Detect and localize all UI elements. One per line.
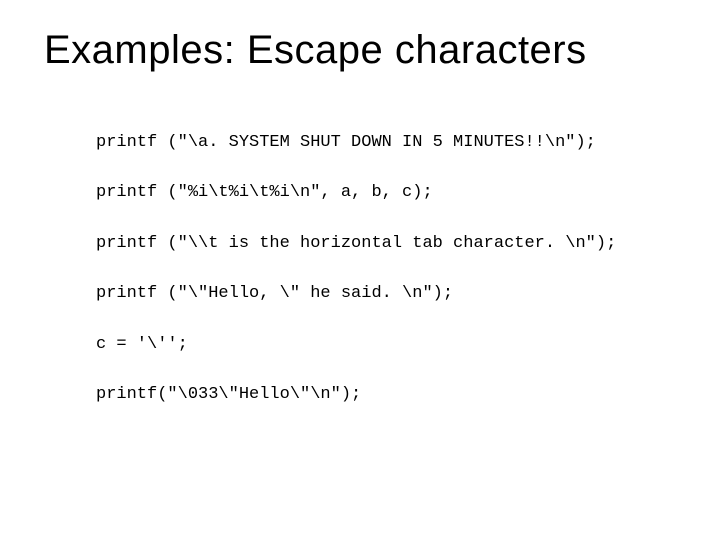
code-block: printf ("\a. SYSTEM SHUT DOWN IN 5 MINUT… <box>96 133 680 405</box>
code-line: printf("\033\"Hello\"\n"); <box>96 385 680 405</box>
code-line: printf ("\a. SYSTEM SHUT DOWN IN 5 MINUT… <box>96 133 680 153</box>
code-line: c = '\''; <box>96 335 680 355</box>
slide: Examples: Escape characters printf ("\a.… <box>0 0 720 540</box>
code-line: printf ("\\t is the horizontal tab chara… <box>96 234 680 254</box>
slide-title: Examples: Escape characters <box>44 28 680 73</box>
code-line: printf ("%i\t%i\t%i\n", a, b, c); <box>96 183 680 203</box>
code-line: printf ("\"Hello, \" he said. \n"); <box>96 284 680 304</box>
